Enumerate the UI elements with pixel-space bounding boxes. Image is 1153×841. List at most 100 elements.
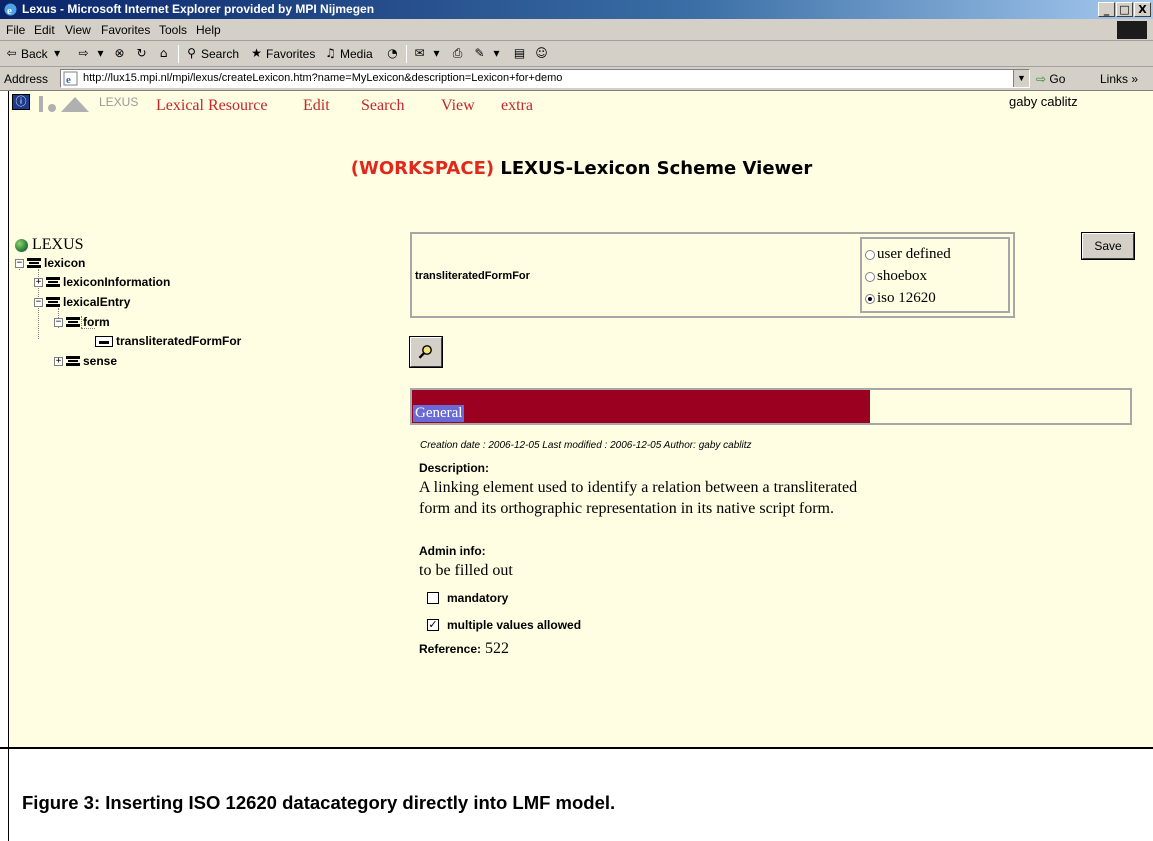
discuss-icon[interactable]: ▤ [512, 46, 527, 61]
radio-circle-selected[interactable] [865, 293, 875, 304]
dropdown-icon: ▾ [54, 46, 61, 60]
user-name: gaby cablitz [1009, 94, 1078, 109]
source-radio-group: user defined shoebox iso 12620 [860, 237, 1010, 313]
address-dropdown-icon[interactable]: ▼ [1013, 70, 1029, 87]
node-icon [66, 356, 80, 366]
menu-view[interactable]: View [65, 23, 91, 37]
tree-node-form[interactable]: − form [54, 315, 110, 329]
node-icon [66, 317, 80, 327]
node-icon [46, 297, 60, 307]
multiple-values-option[interactable]: ✓ multiple values allowed [427, 618, 581, 632]
save-button[interactable]: Save [1082, 233, 1134, 259]
radio-label: shoebox [877, 268, 927, 284]
radio-circle[interactable] [865, 271, 875, 282]
figure-caption-area: Figure 3: Inserting ISO 12620 datacatego… [0, 747, 1153, 841]
edit-icon[interactable]: ✎ ▾ [472, 46, 504, 61]
page-title-text: LEXUS-Lexicon Scheme Viewer [500, 158, 813, 179]
nav-search[interactable]: Search [361, 97, 405, 115]
magnifier-icon [418, 345, 432, 359]
close-button[interactable]: X [1134, 2, 1151, 17]
messenger-icon[interactable]: ☺ [534, 46, 549, 61]
menu-tools[interactable]: Tools [159, 23, 187, 37]
general-section-bar[interactable]: General [410, 388, 1132, 425]
windows-logo-icon [1117, 21, 1147, 39]
expand-icon[interactable]: + [54, 356, 63, 366]
address-bar: Address e http://lux15.mpi.nl/mpi/lexus/… [0, 67, 1153, 91]
print-icon[interactable]: ⎙ [450, 46, 465, 61]
radio-circle[interactable] [865, 249, 875, 260]
lexus-nav: ⓘ LEXUS Lexical Resource Edit Search Vie… [9, 91, 1153, 117]
search-label: Search [201, 46, 240, 61]
tree-label-sense: sense [83, 354, 118, 368]
minimize-button[interactable]: _ [1098, 2, 1115, 17]
radio-user-defined[interactable]: user defined [865, 246, 951, 263]
media-label: Media [340, 46, 373, 61]
media-toolbar-button[interactable]: ♫ Media [323, 46, 373, 61]
mandatory-option[interactable]: mandatory [427, 591, 508, 605]
lexus-home-icon[interactable]: ⓘ [12, 94, 30, 110]
tree-node-lexicon[interactable]: − lexicon [15, 256, 85, 270]
page-icon: e [63, 71, 78, 86]
radio-iso-12620[interactable]: iso 12620 [865, 290, 936, 307]
mandatory-label: mandatory [447, 591, 509, 605]
mail-icon[interactable]: ✉ ▾ [412, 46, 444, 61]
collapse-icon[interactable]: − [34, 297, 43, 307]
history-icon[interactable]: ◔ [385, 46, 400, 61]
radio-shoebox[interactable]: shoebox [865, 268, 927, 285]
favorites-toolbar-button[interactable]: ★ Favorites [249, 46, 315, 61]
search-button[interactable] [410, 337, 442, 367]
lexus-logo-text: LEXUS [99, 95, 139, 109]
favorites-label: Favorites [266, 46, 316, 61]
address-label: Address [4, 72, 49, 86]
general-bar-fill [412, 390, 870, 423]
nav-lexical-resource[interactable]: Lexical Resource [156, 97, 268, 115]
expand-icon[interactable]: + [34, 277, 43, 287]
page-title: (WORKSPACE) LEXUS-Lexicon Scheme Viewer [9, 158, 1153, 179]
tree-label-lexiconinformation: lexiconInformation [63, 275, 171, 289]
menu-favorites[interactable]: Favorites [101, 23, 150, 37]
back-button[interactable]: ⇦ Back ▾ [4, 46, 65, 61]
search-toolbar-button[interactable]: ⚲ Search [184, 46, 239, 61]
admin-info-label: Admin info: [419, 544, 486, 558]
links-button[interactable]: Links » [1100, 72, 1138, 86]
multiple-values-label: multiple values allowed [447, 618, 582, 632]
tree-node-lexiconinformation[interactable]: + lexiconInformation [34, 275, 170, 289]
menu-edit[interactable]: Edit [34, 23, 55, 37]
search-icon: ⚲ [187, 46, 196, 60]
forward-arrow-icon: ⇨ [78, 46, 89, 60]
collapse-icon[interactable]: − [54, 317, 63, 327]
tree-node-lexicalentry[interactable]: − lexicalEntry [34, 295, 130, 309]
radio-label: user defined [877, 246, 951, 262]
menu-file[interactable]: File [6, 23, 25, 37]
address-input[interactable]: e http://lux15.mpi.nl/mpi/lexus/createLe… [60, 69, 1030, 88]
nav-view[interactable]: View [441, 97, 475, 115]
tree-node-sense[interactable]: + sense [54, 354, 117, 368]
tree-label-lexicalentry: lexicalEntry [63, 295, 131, 309]
menu-help[interactable]: Help [196, 23, 221, 37]
stop-icon[interactable]: ⊗ [112, 46, 127, 61]
nav-extra[interactable]: extra [501, 97, 533, 115]
mandatory-checkbox[interactable] [427, 592, 439, 604]
description-text: A linking element used to identify a rel… [419, 479, 858, 517]
refresh-icon[interactable]: ↻ [134, 46, 149, 61]
home-icon[interactable]: ⌂ [156, 46, 171, 61]
tree-label-form: form [83, 315, 110, 329]
go-button[interactable]: ⇨ Go [1036, 72, 1065, 86]
tree-root[interactable]: LEXUS [15, 236, 84, 254]
back-label: Back [21, 46, 48, 61]
node-icon [46, 277, 60, 287]
collapse-icon[interactable]: − [15, 258, 24, 268]
nav-edit[interactable]: Edit [303, 97, 330, 115]
go-label: Go [1049, 72, 1066, 86]
multiple-values-checkbox[interactable]: ✓ [427, 619, 439, 631]
radio-label: iso 12620 [877, 290, 936, 306]
tree-node-transliteratedformfor[interactable]: transliteratedFormFor [95, 334, 241, 348]
description-label: Description: [419, 461, 490, 475]
workspace-label: (WORKSPACE) [350, 158, 495, 179]
general-tab-label[interactable]: General [413, 405, 465, 422]
forward-button[interactable]: ⇨ ▾ [76, 46, 108, 61]
reference-label: Reference: [419, 642, 482, 656]
admin-info-text: to be filled out [419, 562, 513, 579]
maximize-button[interactable]: □ [1116, 2, 1133, 17]
window-titlebar: e Lexus - Microsoft Internet Explorer pr… [0, 0, 1153, 19]
